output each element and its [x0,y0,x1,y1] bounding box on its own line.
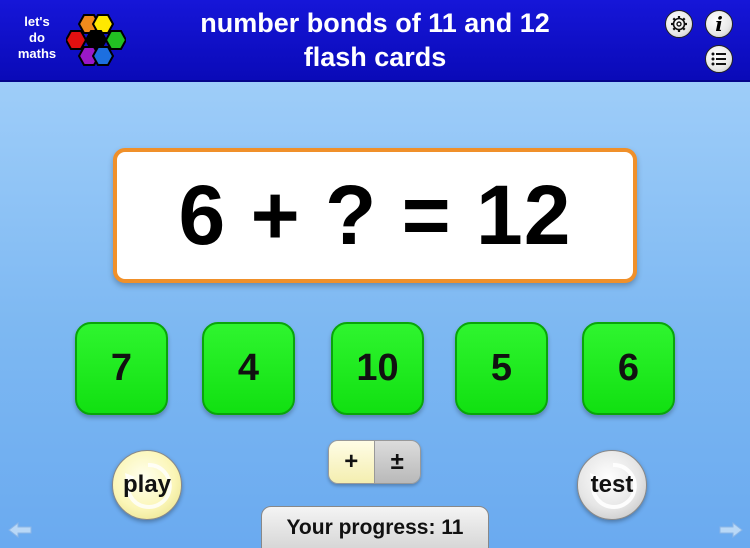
answer-button-4[interactable]: 5 [455,322,548,415]
flash-card: 6 + ? = 12 [113,148,637,283]
answer-button-2[interactable]: 4 [202,322,295,415]
arrow-right-icon[interactable] [719,522,743,538]
mode-toggle: + ± [328,440,421,484]
logo-text-line-2: do [29,30,45,45]
addition-mode-button[interactable]: + [329,441,375,483]
title-line-2: flash cards [303,42,447,72]
logo-text: let's do maths [8,14,66,62]
progress-label: Your progress: 11 [261,506,489,548]
info-icon: i [715,12,723,36]
header-bar: let's do maths number bonds of 11 and 12… [0,0,750,82]
play-label: play [122,471,172,498]
menu-list-button[interactable] [705,45,733,73]
page-title: number bonds of 11 and 12 flash cards [160,6,590,74]
list-icon [711,52,726,66]
plus-minus-mode-button[interactable]: ± [374,441,420,483]
logo-hexagons-icon [66,14,126,66]
test-button[interactable]: test [577,450,647,520]
answer-button-5[interactable]: 6 [582,322,675,415]
title-line-1: number bonds of 11 and 12 [200,8,550,38]
answer-button-3[interactable]: 10 [331,322,424,415]
logo-text-line-1: let's [24,14,50,29]
arrow-left-icon[interactable] [8,522,32,538]
play-button[interactable]: play [112,450,182,520]
settings-button[interactable] [665,10,693,38]
test-label: test [590,471,634,498]
gear-icon [671,16,687,32]
info-button[interactable]: i [705,10,733,38]
question-text: 6 + ? = 12 [178,168,572,262]
answer-button-1[interactable]: 7 [75,322,168,415]
logo-text-line-3: maths [17,46,57,61]
